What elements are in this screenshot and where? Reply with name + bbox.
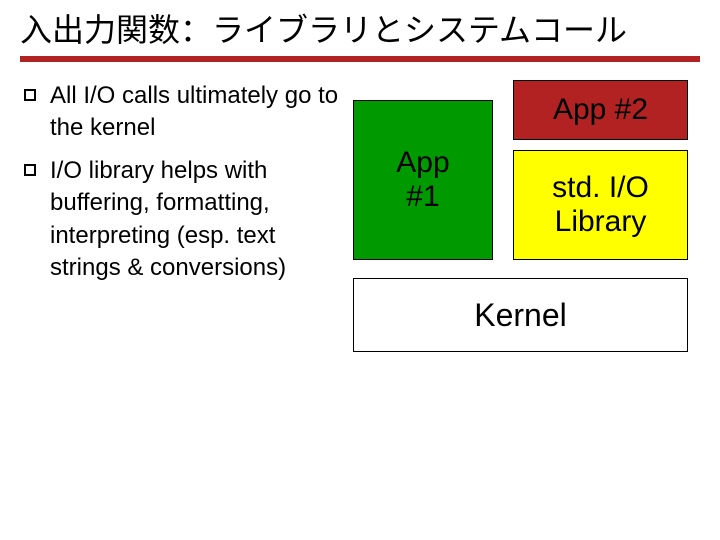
box-kernel: Kernel bbox=[353, 278, 688, 352]
slide-title: 入出力関数：ライブラリとシステムコール bbox=[20, 10, 700, 50]
bullet-item: All I/O calls ultimately go to the kerne… bbox=[20, 80, 345, 145]
box-app1: App #1 bbox=[353, 100, 493, 260]
box-app1-label: App #1 bbox=[396, 146, 449, 215]
box-stdlib: std. I/O Library bbox=[513, 150, 688, 260]
box-stdlib-label: std. I/O Library bbox=[514, 171, 687, 240]
bullet-list: All I/O calls ultimately go to the kerne… bbox=[20, 80, 345, 390]
diagram: App #1 App #2 std. I/O Library Kernel bbox=[353, 80, 688, 390]
bullet-text: I/O library helps with buffering, format… bbox=[50, 155, 345, 285]
bullet-text: All I/O calls ultimately go to the kerne… bbox=[50, 80, 345, 145]
slide: 入出力関数：ライブラリとシステムコール All I/O calls ultima… bbox=[0, 0, 720, 540]
title-underline bbox=[20, 56, 700, 62]
box-kernel-label: Kernel bbox=[474, 297, 567, 334]
box-app2-label: App #2 bbox=[553, 93, 648, 128]
bullet-item: I/O library helps with buffering, format… bbox=[20, 155, 345, 285]
box-app2: App #2 bbox=[513, 80, 688, 140]
content-area: All I/O calls ultimately go to the kerne… bbox=[20, 80, 700, 390]
bullet-marker-icon bbox=[24, 164, 36, 176]
bullet-marker-icon bbox=[24, 89, 36, 101]
